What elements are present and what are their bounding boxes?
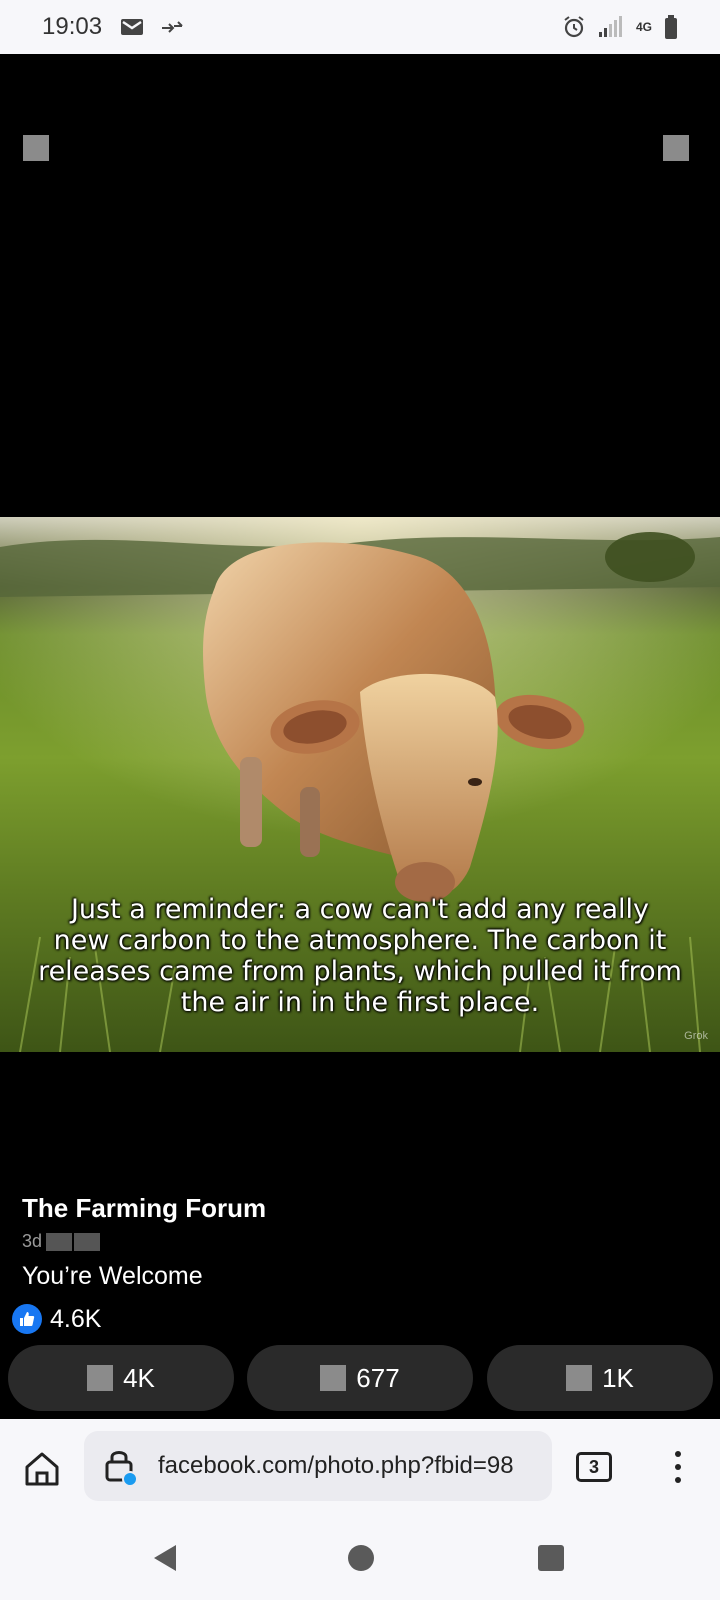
post-photo[interactable]: Just a reminder: a cow can't add any rea… xyxy=(0,517,720,1052)
comment-icon xyxy=(320,1365,347,1391)
data-transfer-icon xyxy=(160,19,184,35)
post-info: The Farming Forum 3d You’re Welcome xyxy=(22,1193,266,1291)
like-button[interactable]: 4K xyxy=(8,1345,234,1411)
share-button[interactable]: 1K xyxy=(487,1345,713,1411)
photo-caption: Just a reminder: a cow can't add any rea… xyxy=(0,894,720,1018)
comment-button[interactable]: 677 xyxy=(247,1345,473,1411)
battery-icon xyxy=(664,15,678,39)
post-caption: You’re Welcome xyxy=(22,1262,203,1290)
home-nav-icon[interactable] xyxy=(348,1545,374,1571)
recent-apps-icon[interactable] xyxy=(538,1545,564,1571)
comment-count: 677 xyxy=(356,1362,400,1393)
system-nav-bar xyxy=(0,1517,720,1600)
close-button[interactable] xyxy=(23,135,49,161)
reactions-summary[interactable]: 4.6K xyxy=(12,1304,101,1334)
share-icon xyxy=(566,1365,593,1391)
browser-toolbar: facebook.com/photo.php?fbid=98 3 xyxy=(0,1419,720,1517)
action-bar: 4K 677 1K xyxy=(0,1345,720,1411)
audience-icon xyxy=(46,1232,73,1251)
caption-line: the air in in the first place. xyxy=(180,987,540,1018)
lock-icon[interactable] xyxy=(104,1446,138,1487)
reaction-count: 4.6K xyxy=(50,1304,102,1333)
watermark: Grok xyxy=(684,1030,708,1042)
home-icon xyxy=(25,1452,59,1486)
share-count: 1K xyxy=(602,1362,634,1393)
kebab-menu-icon xyxy=(675,1451,681,1483)
caption-line: new carbon to the atmosphere. The carbon… xyxy=(53,925,667,956)
mail-icon xyxy=(120,17,144,37)
signal-icon xyxy=(598,16,624,38)
thumbs-up-icon xyxy=(12,1304,42,1334)
status-bar: 19:03 4G xyxy=(0,0,720,54)
address-bar[interactable]: facebook.com/photo.php?fbid=98 xyxy=(84,1431,552,1501)
post-time[interactable]: 3d xyxy=(22,1231,42,1252)
home-button[interactable] xyxy=(22,1449,62,1489)
page-name[interactable]: The Farming Forum xyxy=(22,1193,266,1224)
like-count: 4K xyxy=(123,1362,155,1393)
like-icon xyxy=(87,1365,114,1391)
back-icon[interactable] xyxy=(152,1543,178,1573)
alarm-icon xyxy=(562,15,586,39)
more-options-button[interactable] xyxy=(663,135,689,161)
post-meta: 3d xyxy=(22,1231,266,1252)
caption-line: releases came from plants, which pulled … xyxy=(38,956,682,987)
browser-menu-button[interactable] xyxy=(664,1449,692,1485)
status-time: 19:03 xyxy=(42,13,103,40)
more-icon xyxy=(74,1232,101,1251)
caption-line: Just a reminder: a cow can't add any rea… xyxy=(70,894,650,925)
tabs-button[interactable]: 3 xyxy=(576,1452,612,1482)
url-text[interactable]: facebook.com/photo.php?fbid=98 xyxy=(158,1452,550,1480)
network-type: 4G xyxy=(635,19,652,34)
